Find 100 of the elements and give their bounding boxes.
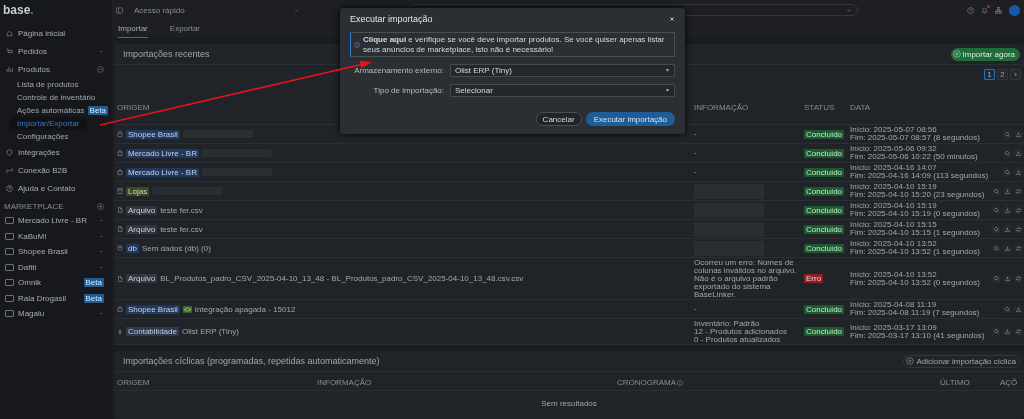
search-icon: [993, 329, 999, 334]
source-tag: Contabilidade: [126, 327, 179, 336]
download-button[interactable]: [1002, 326, 1012, 337]
column-header: AÇÕ: [1000, 378, 1018, 387]
source-tag: db: [126, 243, 139, 253]
plus-icon: [952, 50, 961, 58]
repeat-button[interactable]: [1013, 243, 1023, 253]
nav-link[interactable]: Integrações: [18, 147, 60, 157]
repeat-button[interactable]: [1013, 273, 1023, 284]
network-icon[interactable]: [995, 6, 1002, 14]
search-button[interactable]: [991, 224, 1001, 234]
add-cyclic-import-button[interactable]: Adicionar importação cíclica: [903, 354, 1020, 368]
end-time: Fim: 2025-04-10 15:15 (1 segundos): [850, 229, 981, 237]
repeat-button[interactable]: [1013, 205, 1023, 215]
marketplace-link[interactable]: Omnik: [18, 278, 42, 288]
import-name: Integração apagada - 15012: [194, 304, 296, 314]
marketplace-link[interactable]: Magalu: [18, 309, 45, 319]
search-button[interactable]: [991, 273, 1001, 284]
download-button[interactable]: [1013, 148, 1023, 158]
marketplace-link[interactable]: Mercado Livre - BR: [18, 216, 87, 226]
collapse-icon[interactable]: [97, 65, 104, 73]
tab[interactable]: Exportar: [169, 20, 201, 38]
file-icon: [117, 207, 123, 213]
nav-link[interactable]: Produtos: [18, 64, 51, 74]
page-button[interactable]: ›: [1010, 69, 1021, 80]
end-time: Fim: 2025-04-10 15:20 (23 segundos): [850, 191, 986, 199]
status-badge: Concluído: [804, 129, 845, 139]
source-tag: Arquivo: [126, 205, 158, 215]
cancel-button[interactable]: Cancelar: [535, 112, 582, 127]
select-field[interactable]: Selecionar: [450, 83, 675, 97]
repeat-button[interactable]: [1013, 186, 1023, 196]
close-icon[interactable]: [669, 16, 675, 22]
start-time: Início: 2025-05-07 08:56: [850, 126, 938, 134]
search-button[interactable]: [1002, 148, 1012, 158]
submenu-item[interactable]: Lista de produtos: [17, 80, 79, 89]
page-button[interactable]: 2: [997, 69, 1008, 80]
page-button[interactable]: 1: [984, 69, 995, 80]
marketplace-link[interactable]: Raia Drogasil: [18, 293, 67, 303]
import-info: -: [694, 168, 698, 176]
source-tag: Arquivo: [126, 224, 158, 234]
import-info: -: [694, 305, 698, 313]
start-time: Início: 2025-05-06 09:32: [850, 145, 938, 153]
search-button[interactable]: [1002, 304, 1012, 314]
import-now-button[interactable]: Importar agora: [950, 47, 1020, 61]
execute-button[interactable]: Executar importação: [585, 112, 675, 127]
download-button[interactable]: [1002, 186, 1012, 196]
end-time: Fim: 2025-04-16 14:09 (113 segundos): [850, 172, 990, 180]
help-icon[interactable]: [967, 6, 974, 14]
beta-badge: Beta: [83, 293, 104, 303]
search-button[interactable]: [1002, 129, 1012, 139]
nav-link[interactable]: Ajuda e Contato: [18, 183, 76, 193]
nav-link[interactable]: Página inicial: [18, 28, 66, 38]
search-button[interactable]: [991, 205, 1001, 215]
end-time: Fim: 2025-04-10 15:19 (0 segundos): [850, 210, 981, 218]
download-button[interactable]: [1002, 243, 1012, 253]
search-button[interactable]: [1002, 167, 1012, 177]
avatar[interactable]: [1009, 4, 1020, 16]
link-icon: [6, 166, 13, 174]
status-badge: Concluído: [804, 224, 845, 234]
nav-link[interactable]: Conexão B2B: [18, 165, 68, 175]
bell-icon[interactable]: [981, 6, 988, 14]
submenu-item[interactable]: Controle de inventário: [17, 93, 96, 102]
download-button[interactable]: [1013, 304, 1023, 314]
import-info: -: [694, 130, 698, 138]
status-badge: Concluído: [804, 167, 845, 177]
repeat-button[interactable]: [1013, 224, 1023, 234]
notification-dot: [987, 4, 990, 8]
bag-icon: [117, 169, 123, 175]
download-button[interactable]: [1002, 205, 1012, 215]
search-icon: [993, 207, 999, 213]
search-icon: [993, 245, 999, 251]
repeat-button[interactable]: [1013, 326, 1023, 337]
submenu-item[interactable]: Importar/Exportar: [9, 117, 88, 130]
search-button[interactable]: [991, 243, 1001, 253]
search-button[interactable]: [991, 186, 1001, 196]
tab[interactable]: Importar: [118, 20, 148, 38]
search-button[interactable]: [991, 326, 1001, 337]
sidebar-toggle-icon[interactable]: [116, 6, 123, 14]
download-button[interactable]: [1013, 129, 1023, 139]
arrow-right-icon[interactable]: [845, 7, 851, 13]
download-button[interactable]: [1002, 273, 1012, 284]
submenu-item[interactable]: Ações automáticas: [17, 106, 85, 115]
download-icon: [1004, 276, 1010, 281]
add-icon[interactable]: [97, 203, 104, 210]
marketplace-link[interactable]: Dafiti: [18, 262, 37, 272]
download-button[interactable]: [1002, 224, 1012, 234]
marketplace-link[interactable]: KaBuM!: [18, 231, 47, 241]
source-tag: Shopee Brasil: [126, 304, 180, 314]
empty-message: Sem resultados: [541, 399, 597, 408]
nav-link[interactable]: Pedidos: [18, 46, 47, 56]
quick-access-menu[interactable]: Acesso rápido: [134, 5, 185, 15]
select-field[interactable]: Olist ERP (Tiny): [450, 63, 675, 77]
end-time: Fim: 2025-04-10 13:52 (1 segundos): [850, 248, 981, 256]
bag-icon: [117, 131, 123, 137]
marketplace-link[interactable]: Shopee Brasil: [18, 247, 68, 257]
column-header: STATUS: [804, 103, 836, 112]
submenu-item[interactable]: Configurações: [17, 132, 69, 141]
bag-icon: [117, 150, 123, 156]
download-icon: [1004, 226, 1010, 232]
download-button[interactable]: [1013, 167, 1023, 177]
